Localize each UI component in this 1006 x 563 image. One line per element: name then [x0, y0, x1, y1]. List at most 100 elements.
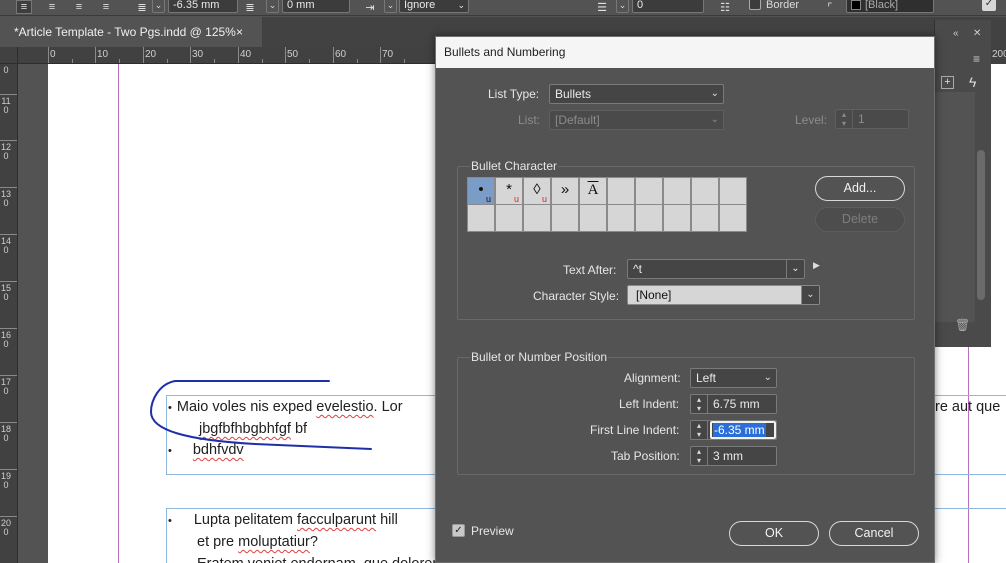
bullet-cell-empty[interactable]	[691, 204, 719, 232]
paragraph-line: • Lupta pelitatem facculparunt hill	[168, 510, 398, 531]
align-center-icon[interactable]: ≡	[44, 0, 60, 14]
bullet-cell-empty[interactable]	[607, 204, 635, 232]
annotation-stroke	[149, 380, 372, 450]
cancel-button[interactable]: Cancel	[829, 521, 919, 546]
bullet-cell-empty[interactable]	[663, 177, 691, 205]
panel-scrollbar[interactable]	[977, 150, 985, 300]
bullet-glyph: A	[587, 182, 599, 198]
bullet-cell-empty[interactable]	[719, 177, 747, 205]
bullet-glyph: •	[168, 515, 172, 527]
space-before-stepper[interactable]: ⌄	[152, 0, 165, 13]
bullet-cell[interactable]: * u	[495, 177, 523, 205]
first-line-indent-value[interactable]: -6.35 mm	[713, 423, 766, 437]
delete-button[interactable]: Delete	[815, 207, 905, 232]
add-button[interactable]: Add...	[815, 176, 905, 201]
ruler-label: 120	[1, 142, 12, 162]
list-type-dropdown[interactable]: Bullets ⌄	[549, 84, 724, 104]
swatch-dropdown[interactable]: [Black]	[846, 0, 934, 13]
ruler-minor-tick	[262, 59, 263, 63]
left-indent-field[interactable]: ▴ ▾ 6.75 mm	[690, 394, 777, 414]
collapse-panel-icon[interactable]: «	[953, 28, 959, 39]
first-line-indent-label: First Line Indent:	[590, 423, 680, 437]
align-left-icon[interactable]: ≡	[16, 0, 32, 14]
panel-list[interactable]	[935, 92, 975, 322]
level-stepper[interactable]: ▴ ▾	[836, 110, 853, 128]
baseline-dropdown-value: Ignore	[404, 0, 436, 11]
bullet-cell[interactable]: • u	[467, 177, 495, 205]
space-before-field[interactable]: -6.35 mm	[168, 0, 238, 13]
baseline-dropdown[interactable]: Ignore ⌄	[399, 0, 469, 13]
bullet-cell-empty[interactable]	[607, 177, 635, 205]
columns-field[interactable]: 0	[632, 0, 704, 13]
font-mark: u	[541, 194, 547, 204]
lightning-icon[interactable]: ϟ	[969, 74, 976, 90]
vertical-ruler[interactable]: 0 110 120 130 140 150 160 170 180 190 20…	[0, 64, 18, 563]
bullet-cell-empty[interactable]	[635, 177, 663, 205]
level-value: 1	[858, 112, 865, 126]
bullet-cell[interactable]: »	[551, 177, 579, 205]
level-field[interactable]: ▴ ▾ 1	[835, 109, 909, 129]
chevron-down-icon: ⌄	[710, 114, 719, 125]
bullet-cell-empty[interactable]	[719, 204, 747, 232]
dialog-title[interactable]: Bullets and Numbering	[436, 37, 934, 68]
space-after-field[interactable]: 0 mm	[282, 0, 350, 13]
ruler-major-tick	[0, 375, 17, 376]
panel-menu-icon[interactable]: ≡	[973, 52, 980, 66]
bullet-cell-empty[interactable]	[663, 204, 691, 232]
chevron-down-icon: ⌄	[710, 88, 719, 99]
text-after-field[interactable]: ^t ⌄	[627, 259, 805, 279]
alignment-dropdown[interactable]: Left ⌄	[690, 368, 777, 388]
justify-icon[interactable]: ≡	[98, 0, 114, 14]
bullet-cell-empty[interactable]	[467, 204, 495, 232]
swatch-color-chip	[851, 0, 861, 10]
preview-checkbox[interactable]: ✓	[452, 524, 465, 537]
tab-position-stepper[interactable]: ▴ ▾	[691, 447, 708, 465]
first-line-indent-stepper[interactable]: ▴ ▾	[691, 421, 708, 439]
close-panel-icon[interactable]: ✕	[973, 28, 981, 39]
ruler-minor-tick	[309, 59, 310, 63]
ruler-major-tick	[380, 47, 381, 63]
ok-button[interactable]: OK	[729, 521, 819, 546]
align-grid-stepper[interactable]: ⌄	[384, 0, 397, 13]
character-style-dropdown[interactable]: [None] ⌄	[627, 285, 820, 305]
bullet-glyph: ◊	[533, 181, 541, 198]
bullet-cell-empty[interactable]	[523, 204, 551, 232]
indesign-window: ≡ ≡ ≡ ≡ ≣ ⌄ -6.35 mm ≣ ⌄ 0 mm ⇥ ⌄ Ignore…	[0, 0, 1006, 563]
bullet-cell-empty[interactable]	[495, 204, 523, 232]
list-icon: ☷	[720, 1, 730, 14]
ruler-label: 200	[992, 49, 1006, 60]
left-indent-label: Left Indent:	[619, 397, 680, 411]
left-indent-stepper[interactable]: ▴ ▾	[691, 395, 708, 413]
special-characters-arrow-icon[interactable]: ▶	[813, 260, 820, 271]
ruler-major-tick	[0, 187, 17, 188]
list-dropdown[interactable]: [Default] ⌄	[549, 110, 724, 130]
align-right-icon[interactable]: ≡	[71, 0, 87, 14]
new-item-icon[interactable]: +	[941, 76, 954, 89]
checked-checkbox[interactable]: ✓	[982, 0, 996, 11]
space-after-stepper[interactable]: ⌄	[266, 0, 279, 13]
trash-icon[interactable]: 🗑	[955, 318, 970, 332]
bullet-glyph: •	[478, 181, 484, 198]
bullet-cell-empty[interactable]	[551, 204, 579, 232]
chevron-down-icon[interactable]: ⌄	[786, 260, 804, 278]
columns-icon: ☰	[597, 1, 607, 14]
text-run: hill	[376, 512, 398, 528]
horizontal-ruler[interactable]: 0 10 20 30 40 50 60 70	[18, 47, 436, 64]
document-tab[interactable]: *Article Template - Two Pgs.indd @ 125%	[0, 17, 262, 47]
ruler-label: 180	[1, 424, 12, 444]
ruler-label: 190	[1, 471, 12, 491]
bullet-cell-empty[interactable]	[579, 204, 607, 232]
first-line-indent-field[interactable]: ▴ ▾ -6.35 mm	[690, 420, 777, 440]
bullet-cell[interactable]: ◊ u	[523, 177, 551, 205]
bullet-cell[interactable]: A	[579, 177, 607, 205]
bullet-cell-empty[interactable]	[691, 177, 719, 205]
border-checkbox[interactable]	[749, 0, 761, 10]
columns-stepper[interactable]: ⌄	[616, 0, 629, 13]
ruler-major-tick	[190, 47, 191, 63]
ruler-origin[interactable]	[0, 47, 18, 64]
ruler-label: 40	[240, 49, 252, 60]
close-tab-icon[interactable]: ×	[236, 17, 243, 47]
bullet-cell-empty[interactable]	[635, 204, 663, 232]
tab-position-field[interactable]: ▴ ▾ 3 mm	[690, 446, 777, 466]
tab-position-label: Tab Position:	[611, 449, 680, 463]
